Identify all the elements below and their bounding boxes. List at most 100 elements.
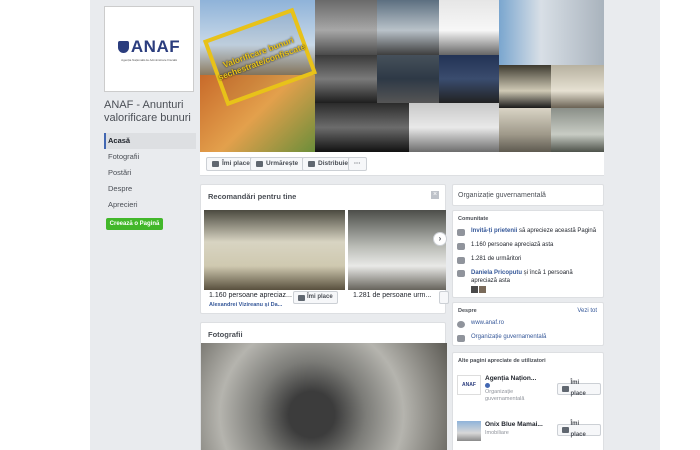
follow-label: Urmărește	[266, 160, 299, 167]
cover-building	[499, 0, 604, 65]
invite-friends-text: să aprecieze această Pagină	[517, 228, 597, 234]
recommendation-1-caption: 1.160 persoane apreciaz...	[209, 292, 292, 299]
cover-car-1	[315, 0, 377, 55]
cover-interior-4	[551, 108, 604, 152]
page-nav: Acasă Fotografii Postări Despre Aprecier…	[104, 133, 196, 213]
onix-page-thumbnail[interactable]	[457, 421, 481, 441]
rss-icon	[256, 161, 263, 167]
friend-name-link[interactable]: Daniela Pricoputu	[471, 270, 522, 276]
invite-friends-link[interactable]: Invită-ți prietenii	[471, 228, 517, 234]
about-title: Despre	[458, 308, 477, 314]
community-card: Comunitate Invită-ți prietenii să apreci…	[452, 210, 604, 298]
share-arrow-icon	[308, 161, 315, 167]
see-all-link[interactable]: Vezi tot	[577, 308, 597, 314]
other-page-category: Organizație guvernamentală	[485, 389, 525, 402]
shield-icon	[117, 40, 129, 53]
friend-avatars[interactable]	[471, 286, 486, 293]
cover-car-2	[377, 0, 439, 55]
follow-page-button[interactable]: Urmărește	[250, 157, 305, 171]
more-options-button[interactable]: ···	[348, 157, 367, 171]
share-page-button[interactable]: Distribuie	[302, 157, 354, 171]
about-category-link[interactable]: Organizație guvernamentală	[471, 334, 546, 340]
like-label: Îmi place	[222, 160, 250, 167]
recommendation-1-like-button[interactable]: Îmi place	[293, 291, 338, 304]
website-row: www.anaf.ro	[457, 320, 504, 328]
cover-photo[interactable]: Valorificare bunuri sechestrate/confisca…	[200, 0, 604, 152]
other-page-like-label: Îmi place	[570, 421, 586, 438]
share-label: Distribuie	[318, 160, 348, 167]
anaf-logo: ANAF	[117, 36, 181, 57]
other-pages-title: Alte pagini apreciate de utilizatori	[458, 358, 546, 364]
other-page-item: Onix Blue Mamai... Imobiliare Îmi place	[457, 421, 601, 450]
page-action-bar: Îmi place Urmărește Distribuie ···	[200, 152, 604, 176]
thumbs-up-icon	[298, 294, 305, 301]
next-arrow-icon[interactable]: ›	[433, 232, 447, 246]
thumbs-up-icon	[561, 427, 569, 433]
website-link[interactable]: www.anaf.ro	[471, 320, 504, 326]
likes-count-row: 1.160 persoane apreciază asta	[457, 242, 553, 250]
recommendation-1-friends[interactable]: Alexandrei Vizireanu și Da...	[209, 302, 282, 308]
other-page-item: ANAF Agenția Națion... Organizație guver…	[457, 375, 601, 411]
followers-count-row: 1.281 de urmăritori	[457, 256, 521, 264]
other-page-like-label: Îmi place	[570, 380, 586, 397]
friends-icon	[457, 270, 465, 277]
other-page-like-button[interactable]: Îmi place	[556, 421, 601, 438]
people-icon	[457, 229, 465, 236]
nav-item-home[interactable]: Acasă	[104, 133, 196, 149]
recommendation-like-label: Îmi place	[307, 294, 333, 300]
recommendations-title: Recomandări pentru tine	[208, 192, 297, 201]
followers-count: 1.281 de urmăritori	[471, 256, 522, 262]
friend-likes-row: Daniela Pricoputu și încă 1 persoană apr…	[457, 269, 597, 285]
other-page-like-button[interactable]: Îmi place	[556, 380, 601, 397]
cover-car-5	[377, 55, 439, 103]
other-page-category: Imobiliare	[485, 430, 509, 436]
anaf-page-thumbnail[interactable]: ANAF	[457, 375, 481, 395]
other-page-name[interactable]: Agenția Națion...	[485, 375, 553, 382]
logo-text: ANAF	[130, 36, 181, 56]
recommendation-image-1[interactable]	[204, 210, 345, 290]
verified-badge-icon	[485, 383, 490, 388]
create-page-button[interactable]: Creează o Pagină	[106, 218, 163, 230]
nav-item-about[interactable]: Despre	[104, 181, 196, 197]
recommendation-image-2[interactable]	[348, 210, 446, 290]
recommendation-2-caption: 1.281 de persoane urm...	[353, 292, 432, 299]
other-pages-card: Alte pagini apreciate de utilizatori ANA…	[452, 352, 604, 450]
cover-car-8	[409, 103, 499, 152]
category-label: Organizație guvernamentală	[458, 192, 546, 199]
cover-car-6	[439, 55, 499, 103]
thumbs-up-icon	[212, 161, 219, 167]
likes-count: 1.160 persoane apreciază asta	[471, 242, 554, 248]
globe-icon	[457, 321, 465, 328]
thumbs-up-icon	[561, 386, 569, 392]
about-category-row: Organizație guvernamentală	[457, 334, 546, 342]
profile-picture[interactable]: ANAF Agenția Națională de Administrare F…	[104, 6, 194, 92]
other-page-name[interactable]: Onix Blue Mamai...	[485, 421, 553, 428]
page-title[interactable]: ANAF - Anunturi valorificare bunuri	[104, 99, 196, 125]
anaf-thumb-logo: ANAF	[462, 382, 476, 388]
rss-icon	[457, 257, 465, 264]
about-card: Despre Vezi tot www.anaf.ro Organizație …	[452, 302, 604, 346]
cover-car-7	[315, 103, 409, 152]
nav-item-photos[interactable]: Fotografii	[104, 149, 196, 165]
category-card: Organizație guvernamentală	[452, 184, 604, 206]
avatar[interactable]	[471, 286, 478, 293]
invite-friends-row: Invită-ți prietenii să aprecieze această…	[457, 228, 596, 236]
community-title: Comunitate	[458, 216, 489, 222]
avatar[interactable]	[479, 286, 486, 293]
briefcase-icon	[457, 335, 465, 342]
logo-subtitle: Agenția Națională de Administrare Fiscal…	[121, 57, 177, 62]
close-icon[interactable]: ×	[431, 191, 439, 199]
thumbs-up-icon	[457, 243, 465, 250]
cover-car-4	[315, 55, 377, 103]
left-gutter	[0, 0, 90, 450]
right-gutter	[660, 0, 700, 450]
photo-car-interior[interactable]	[201, 343, 447, 450]
nav-item-likes[interactable]: Aprecieri	[104, 197, 196, 213]
recommendations-card: Recomandări pentru tine × 1.160 persoane…	[200, 184, 449, 314]
nav-item-posts[interactable]: Postări	[104, 165, 196, 181]
photos-card: Fotografii	[200, 322, 447, 450]
cover-car-3	[439, 0, 499, 55]
cover-interior-3	[499, 108, 551, 152]
like-page-button[interactable]: Îmi place	[206, 157, 256, 171]
recommendation-2-like-button[interactable]	[439, 291, 449, 304]
